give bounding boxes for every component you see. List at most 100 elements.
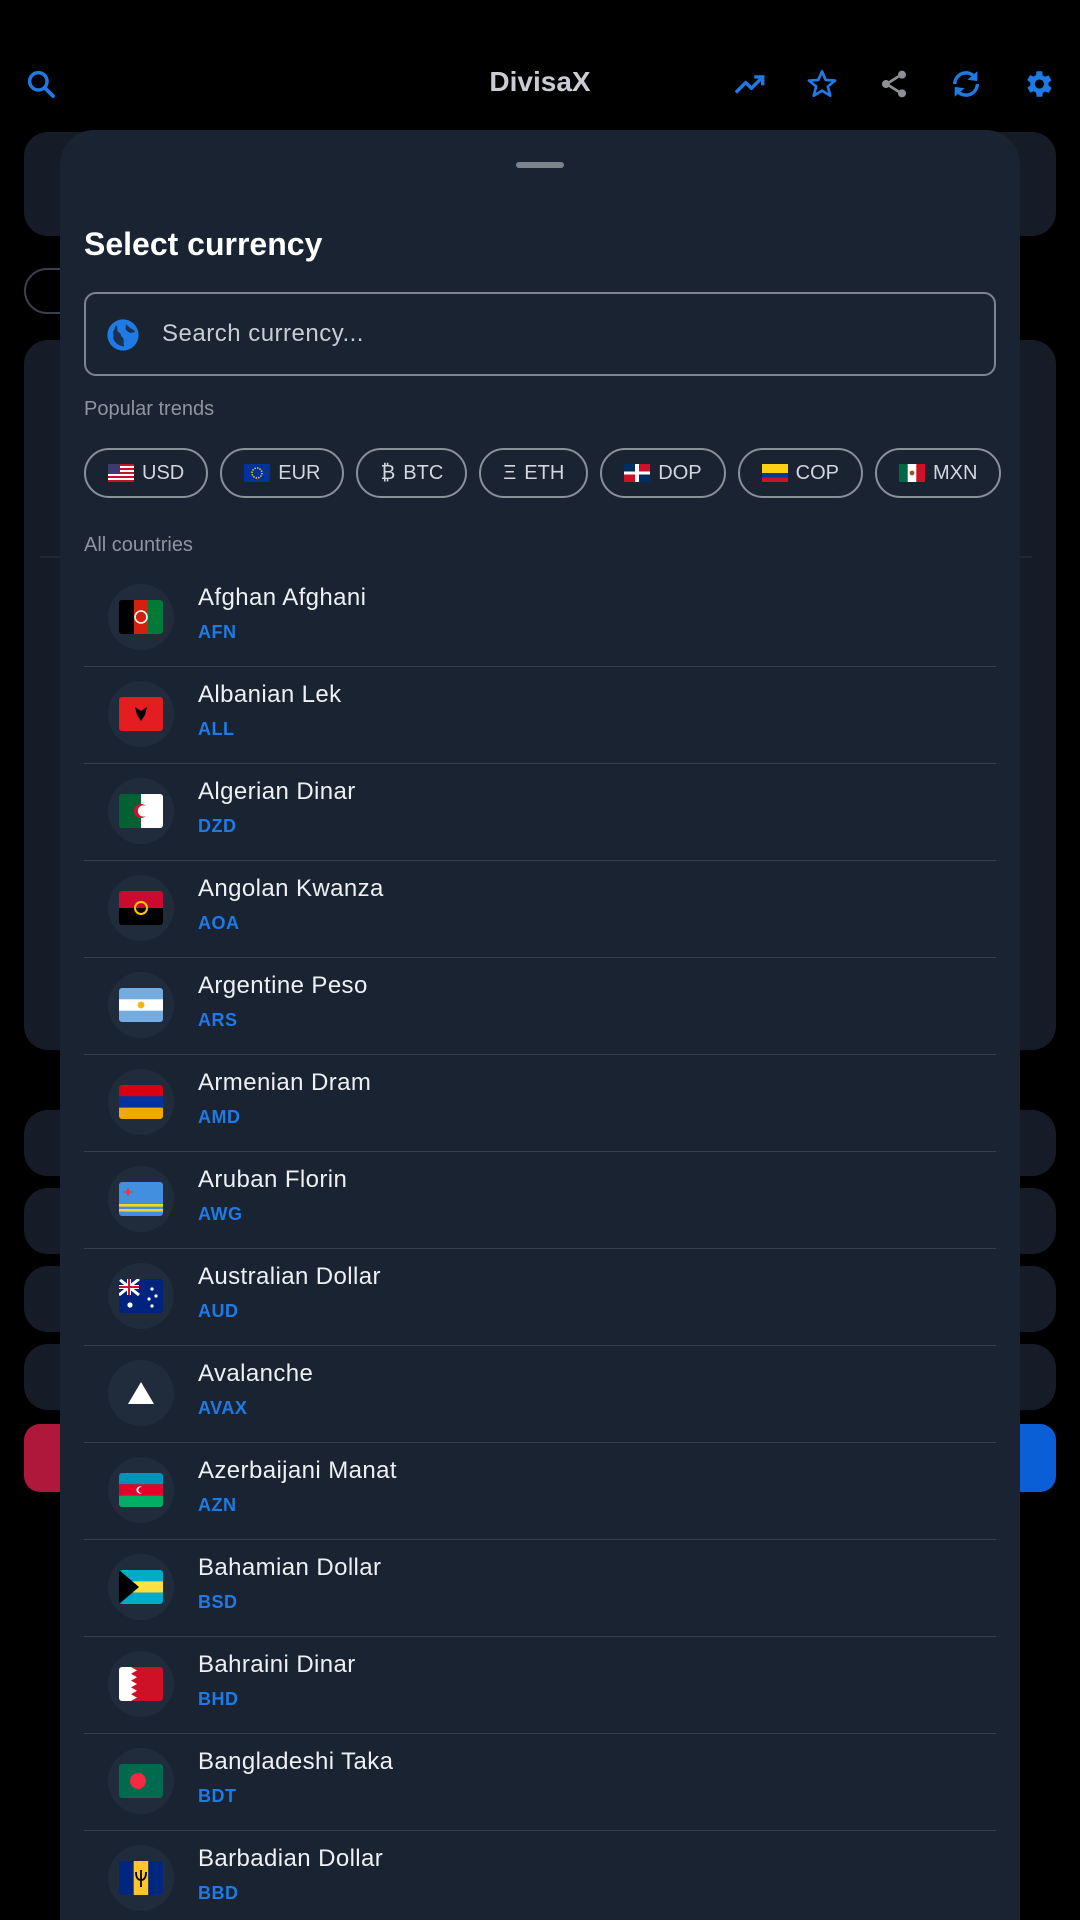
am-flag-icon — [119, 1085, 163, 1119]
popular-trends-label: Popular trends — [84, 398, 215, 420]
al-flag-icon — [119, 697, 163, 731]
bb-flag-icon — [119, 1861, 163, 1895]
bh-flag-icon — [119, 1667, 163, 1701]
list-item[interactable]: Bahamian Dollar BSD — [84, 1540, 996, 1637]
flag-badge — [108, 1360, 174, 1426]
sheet-title: Select currency — [84, 226, 323, 262]
list-item[interactable]: Avalanche AVAX — [84, 1346, 996, 1443]
chip-label: COP — [795, 461, 839, 484]
dz-flag-icon — [119, 794, 163, 828]
currency-code: AMD — [198, 1107, 241, 1127]
currency-name: Aruban Florin — [198, 1166, 348, 1193]
currency-name: Armenian Dram — [198, 1069, 372, 1096]
share-icon[interactable] — [868, 58, 920, 110]
list-item[interactable]: Albanian Lek ALL — [84, 667, 996, 764]
currency-code: AZN — [198, 1495, 237, 1515]
flag-badge — [108, 1166, 174, 1232]
list-item[interactable]: Afghan Afghani AFN — [84, 570, 996, 667]
list-item[interactable]: Armenian Dram AMD — [84, 1055, 996, 1152]
currency-name: Bahamian Dollar — [198, 1554, 382, 1581]
globe-icon — [107, 319, 139, 351]
chip-eur[interactable]: EUR — [220, 448, 345, 498]
app-bar: DivisaX — [0, 40, 1080, 128]
currency-name: Angolan Kwanza — [198, 875, 384, 902]
search-field[interactable] — [84, 292, 996, 376]
chip-btc[interactable]: ₿ BTC — [356, 448, 468, 498]
flag-badge — [108, 972, 174, 1038]
chip-usd[interactable]: USD — [84, 448, 209, 498]
af-flag-icon — [119, 600, 163, 634]
chip-mxn[interactable]: MXN — [874, 448, 1002, 498]
sheet-drag-handle[interactable] — [516, 162, 564, 168]
currency-code: BHD — [198, 1689, 239, 1709]
currency-name: Barbadian Dollar — [198, 1845, 384, 1872]
chip-eth[interactable]: Ξ ETH — [479, 448, 589, 498]
currency-name: Australian Dollar — [198, 1263, 381, 1290]
mx-flag-icon — [898, 464, 925, 482]
bd-flag-icon — [119, 1764, 163, 1798]
currency-name: Bangladeshi Taka — [198, 1748, 394, 1775]
currency-code: AFN — [198, 622, 237, 642]
star-icon[interactable] — [796, 58, 848, 110]
currency-name: Azerbaijani Manat — [198, 1457, 397, 1484]
currency-name: Avalanche — [198, 1360, 314, 1387]
flag-badge — [108, 584, 174, 650]
currency-list: Afghan Afghani AFN Albanian Lek ALL Alge… — [84, 570, 996, 1920]
settings-icon[interactable] — [1012, 58, 1064, 110]
currency-code: AOA — [198, 913, 240, 933]
list-item[interactable]: Argentine Peso ARS — [84, 958, 996, 1055]
popular-chips: USD EUR ₿ BTC Ξ ETH DOP COP MXN — [84, 448, 1002, 498]
flag-badge — [108, 1554, 174, 1620]
flag-badge — [108, 1069, 174, 1135]
currency-code: AWG — [198, 1204, 243, 1224]
chip-label: BTC — [403, 461, 444, 484]
co-flag-icon — [761, 464, 788, 482]
flag-badge — [108, 1845, 174, 1911]
az-flag-icon — [119, 1473, 163, 1507]
bs-flag-icon — [119, 1570, 163, 1604]
currency-name: Afghan Afghani — [198, 584, 367, 611]
us-flag-icon — [108, 464, 134, 482]
currency-code: BDT — [198, 1786, 237, 1806]
currency-code: BBD — [198, 1883, 239, 1903]
list-item[interactable]: Azerbaijani Manat AZN — [84, 1443, 996, 1540]
au-flag-icon — [119, 1279, 163, 1313]
chip-dop[interactable]: DOP — [600, 448, 726, 498]
list-item[interactable]: Aruban Florin AWG — [84, 1152, 996, 1249]
flag-badge — [108, 875, 174, 941]
chip-label: MXN — [932, 461, 978, 484]
flag-badge — [108, 1748, 174, 1814]
bitcoin-icon: ₿ — [380, 461, 396, 484]
chip-label: EUR — [278, 461, 321, 484]
list-item[interactable]: Bahraini Dinar BHD — [84, 1637, 996, 1734]
list-item[interactable]: Barbadian Dollar BBD — [84, 1831, 996, 1920]
avalanche-icon — [119, 1376, 163, 1410]
chip-label: USD — [142, 461, 185, 484]
chip-cop[interactable]: COP — [737, 448, 863, 498]
flag-badge — [108, 681, 174, 747]
refresh-icon[interactable] — [940, 58, 992, 110]
all-countries-label: All countries — [84, 534, 193, 556]
search-input[interactable] — [162, 294, 982, 374]
currency-name: Argentine Peso — [198, 972, 368, 999]
currency-picker-sheet: Select currency Popular trends USD EUR ₿… — [60, 130, 1020, 1920]
list-item[interactable]: Bangladeshi Taka BDT — [84, 1734, 996, 1831]
chip-label: ETH — [524, 461, 565, 484]
aw-flag-icon — [119, 1182, 163, 1216]
trending-icon[interactable] — [724, 58, 776, 110]
flag-badge — [108, 778, 174, 844]
chip-label: DOP — [658, 461, 702, 484]
list-item[interactable]: Angolan Kwanza AOA — [84, 861, 996, 958]
currency-code: AVAX — [198, 1398, 248, 1418]
list-item[interactable]: Algerian Dinar DZD — [84, 764, 996, 861]
ar-flag-icon — [119, 988, 163, 1022]
currency-code: DZD — [198, 816, 237, 836]
currency-code: ALL — [198, 719, 235, 739]
list-item[interactable]: Australian Dollar AUD — [84, 1249, 996, 1346]
currency-name: Algerian Dinar — [198, 778, 356, 805]
eu-flag-icon — [244, 464, 271, 482]
do-flag-icon — [624, 464, 651, 482]
currency-code: AUD — [198, 1301, 239, 1321]
currency-name: Bahraini Dinar — [198, 1651, 356, 1678]
flag-badge — [108, 1263, 174, 1329]
